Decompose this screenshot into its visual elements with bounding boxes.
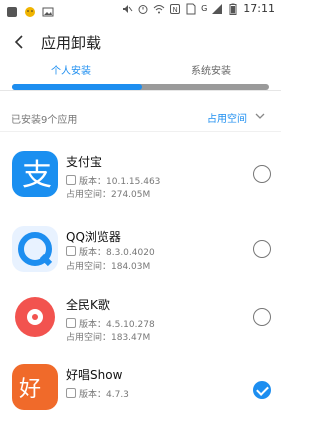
tag-icon	[66, 318, 76, 328]
sort-selector[interactable]: 占用空间	[207, 110, 265, 125]
chevron-down-icon	[255, 112, 265, 123]
status-time: 17:11	[243, 2, 275, 15]
list-item-alipay[interactable]: 支 支付宝 版本：10.1.15.463 占用空间：274.05M	[0, 151, 281, 225]
status-bar: N G 17:11	[0, 0, 281, 20]
app-version: 版本：10.1.15.463	[66, 174, 160, 187]
divider	[0, 90, 281, 91]
separator	[0, 131, 281, 132]
select-checkbox[interactable]	[253, 240, 271, 258]
battery-icon	[227, 3, 239, 15]
alipay-icon: 支	[12, 151, 58, 197]
alarm-icon	[137, 3, 149, 15]
signal-icon	[211, 3, 223, 15]
app-name: QQ浏览器	[66, 230, 121, 244]
svg-text:好: 好	[19, 377, 41, 402]
app-size: 占用空间：183.47M	[66, 333, 151, 343]
app-size: 占用空间：274.05M	[66, 190, 151, 200]
select-checkbox[interactable]	[253, 165, 271, 183]
tab-system-install[interactable]: 系统安装	[191, 62, 231, 77]
tag-icon	[66, 246, 76, 256]
select-checkbox-checked[interactable]	[253, 381, 271, 399]
wifi-icon	[153, 3, 165, 15]
svg-text:N: N	[173, 6, 178, 14]
app-version: 版本：4.7.3	[66, 387, 129, 400]
list-item-qq-browser[interactable]: QQ浏览器 版本：8.3.0.4020 占用空间：184.03M	[0, 226, 281, 300]
sort-label: 占用空间	[207, 114, 247, 125]
installed-count: 已安装9个应用	[11, 115, 78, 126]
app-version: 版本：8.3.0.4020	[66, 245, 155, 258]
status-left-icons	[6, 3, 54, 17]
back-icon[interactable]	[10, 32, 30, 52]
notification-icon	[6, 3, 18, 17]
nfc-icon: N	[169, 3, 181, 15]
app-name: 全民K歌	[66, 298, 110, 312]
network-type: G	[201, 4, 208, 13]
status-right-icons: N G 17:11	[121, 2, 275, 15]
emoji-icon	[24, 3, 36, 17]
tag-icon	[66, 175, 76, 185]
mute-icon	[121, 3, 133, 15]
qq-browser-icon	[12, 226, 58, 272]
tag-icon	[66, 388, 76, 398]
tab-personal-install[interactable]: 个人安装	[51, 62, 91, 77]
image-icon	[42, 3, 54, 17]
sim-icon	[185, 3, 197, 15]
select-checkbox[interactable]	[253, 308, 271, 326]
kge-icon	[12, 294, 58, 340]
app-name: 好唱Show	[66, 368, 123, 382]
haochang-icon: 好	[12, 364, 58, 410]
app-bar: 应用卸载	[0, 20, 281, 64]
list-item-haochang[interactable]: 好 好唱Show 版本：4.7.3	[0, 364, 281, 438]
page-title: 应用卸载	[41, 34, 102, 52]
app-name: 支付宝	[66, 155, 103, 169]
app-version: 版本：4.5.10.278	[66, 317, 155, 330]
svg-text:支: 支	[22, 158, 52, 193]
list-item-kge[interactable]: 全民K歌 版本：4.5.10.278 占用空间：183.47M	[0, 294, 281, 368]
app-size: 占用空间：184.03M	[66, 262, 151, 272]
